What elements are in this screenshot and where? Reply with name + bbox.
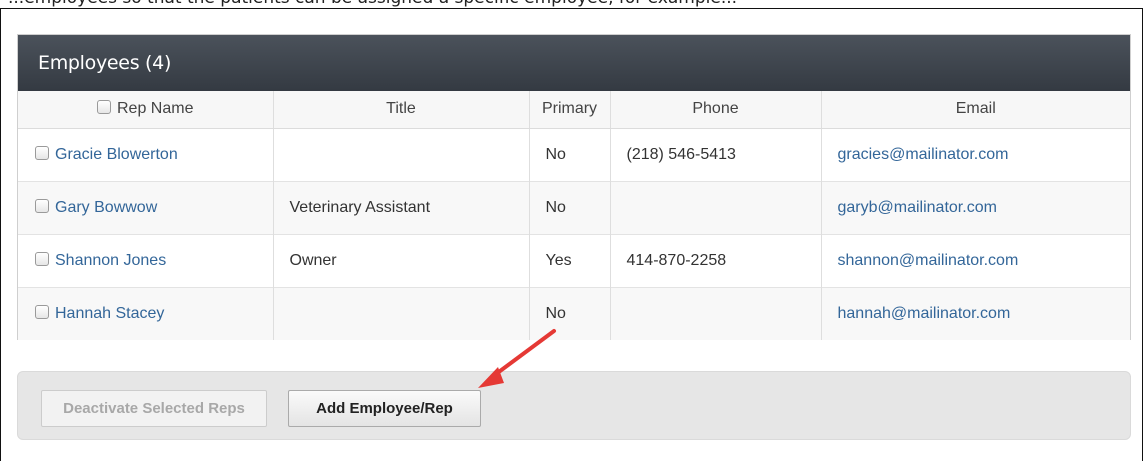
primary-cell: Yes bbox=[529, 234, 611, 287]
add-employee-rep-button[interactable]: Add Employee/Rep bbox=[288, 390, 481, 427]
panel-title: Employees (4) bbox=[18, 35, 1130, 91]
email-cell: garyb@mailinator.com bbox=[821, 181, 1130, 234]
select-all-checkbox[interactable] bbox=[97, 100, 111, 115]
employees-table: Rep Name Title Primary Phone Email Graci… bbox=[18, 91, 1130, 340]
row-checkbox[interactable] bbox=[35, 145, 49, 160]
column-header-title: Title bbox=[273, 91, 530, 129]
table-row: Gracie Blowerton No (218) 546-5413 graci… bbox=[18, 128, 1130, 181]
phone-cell bbox=[610, 287, 822, 340]
primary-cell: No bbox=[529, 181, 611, 234]
employees-panel: Employees (4) Rep Name Title Primary Pho… bbox=[17, 34, 1131, 340]
column-header-email: Email bbox=[821, 91, 1130, 129]
email-link[interactable]: gracies@mailinator.com bbox=[838, 146, 1009, 163]
table-row: Hannah Stacey No hannah@mailinator.com bbox=[18, 287, 1130, 340]
column-header-primary: Primary bbox=[529, 91, 611, 129]
primary-cell: No bbox=[529, 128, 611, 181]
rep-name-link[interactable]: Gracie Blowerton bbox=[55, 146, 178, 163]
phone-cell: 414-870-2258 bbox=[610, 234, 822, 287]
phone-cell: (218) 546-5413 bbox=[610, 128, 822, 181]
email-cell: shannon@mailinator.com bbox=[821, 234, 1130, 287]
column-header-phone: Phone bbox=[610, 91, 822, 129]
rep-name-cell: Hannah Stacey bbox=[18, 287, 274, 340]
row-checkbox[interactable] bbox=[35, 198, 49, 213]
rep-name-link[interactable]: Gary Bowwow bbox=[55, 199, 157, 216]
rep-name-cell: Shannon Jones bbox=[18, 234, 274, 287]
title-cell: Veterinary Assistant bbox=[273, 181, 530, 234]
rep-name-link[interactable]: Hannah Stacey bbox=[55, 305, 164, 322]
rep-name-link[interactable]: Shannon Jones bbox=[55, 252, 166, 269]
email-cell: hannah@mailinator.com bbox=[821, 287, 1130, 340]
email-cell: gracies@mailinator.com bbox=[821, 128, 1130, 181]
table-row: Gary Bowwow Veterinary Assistant No gary… bbox=[18, 181, 1130, 234]
column-header-rep-name: Rep Name bbox=[18, 91, 274, 129]
action-bar: Deactivate Selected Reps Add Employee/Re… bbox=[17, 371, 1131, 440]
table-header-row: Rep Name Title Primary Phone Email bbox=[18, 91, 1130, 129]
email-link[interactable]: shannon@mailinator.com bbox=[838, 252, 1019, 269]
table-row: Shannon Jones Owner Yes 414-870-2258 sha… bbox=[18, 234, 1130, 287]
rep-name-cell: Gary Bowwow bbox=[18, 181, 274, 234]
deactivate-selected-reps-button[interactable]: Deactivate Selected Reps bbox=[41, 390, 267, 427]
title-cell bbox=[273, 128, 530, 181]
annotation-arrow-icon bbox=[478, 329, 556, 388]
row-checkbox[interactable] bbox=[35, 304, 49, 319]
row-checkbox[interactable] bbox=[35, 251, 49, 266]
phone-cell bbox=[610, 181, 822, 234]
email-link[interactable]: hannah@mailinator.com bbox=[838, 305, 1011, 322]
title-cell: Owner bbox=[273, 234, 530, 287]
email-link[interactable]: garyb@mailinator.com bbox=[838, 199, 997, 216]
rep-name-cell: Gracie Blowerton bbox=[18, 128, 274, 181]
